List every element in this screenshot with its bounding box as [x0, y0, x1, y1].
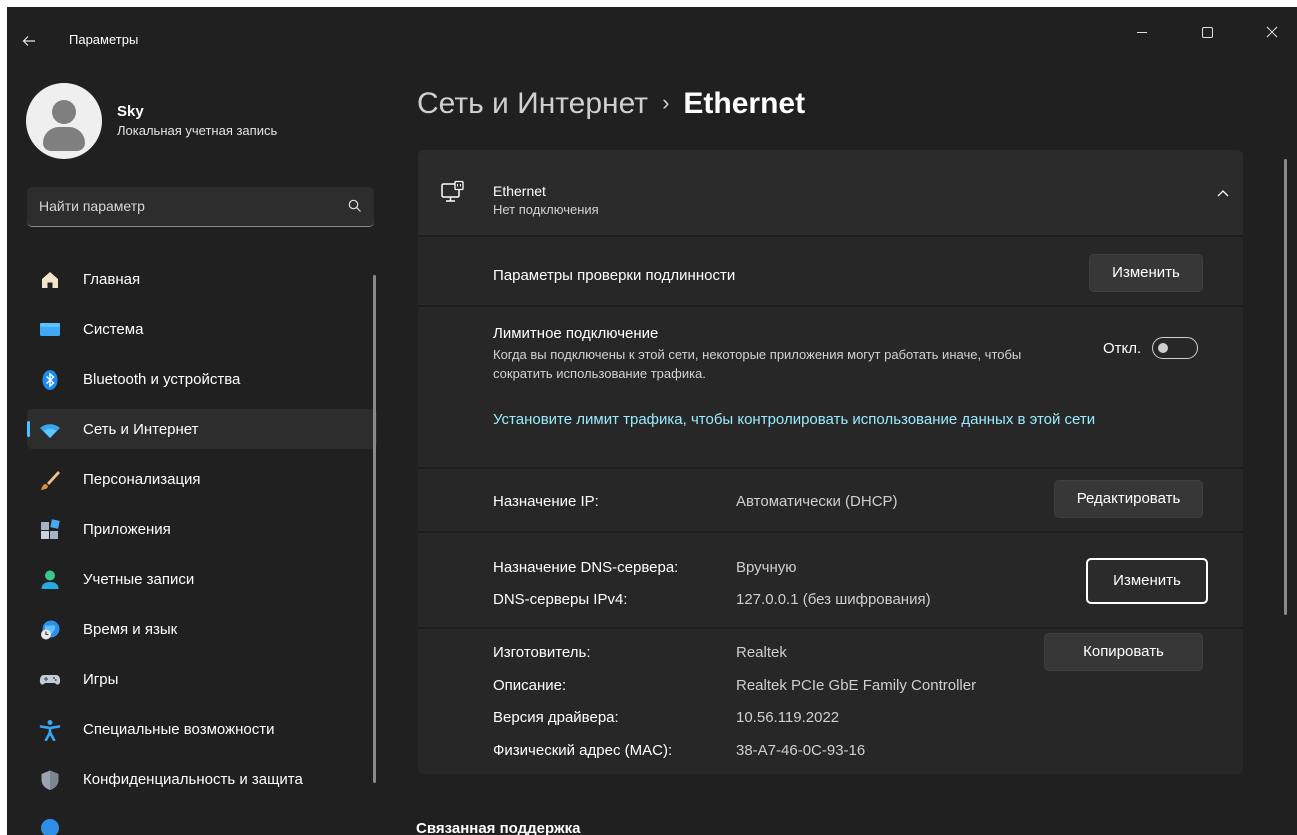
ethernet-title: Ethernet: [493, 183, 546, 199]
wifi-icon: [40, 424, 60, 438]
divider: [418, 531, 1243, 533]
sidebar-scrollbar[interactable]: [373, 275, 376, 783]
ip-assignment-label: Назначение IP:: [493, 493, 599, 510]
search-icon[interactable]: [348, 199, 362, 213]
driver-version-label: Версия драйвера:: [493, 709, 619, 726]
sidebar-item-label: Учетные записи: [83, 571, 195, 588]
search-box[interactable]: [27, 187, 374, 227]
copy-button[interactable]: Копировать: [1044, 633, 1203, 671]
description-label: Описание:: [493, 677, 567, 694]
account-type: Локальная учетная запись: [117, 123, 278, 138]
maximize-icon: [1201, 26, 1213, 38]
sidebar-item-label: Специальные возможности: [83, 721, 275, 738]
sidebar-item-label: Bluetooth и устройства: [83, 371, 241, 388]
metered-connection-description: Когда вы подключены к этой сети, некотор…: [493, 347, 1022, 381]
sidebar-item-time-language[interactable]: Время и язык: [27, 609, 377, 649]
sidebar-item-gaming[interactable]: Игры: [27, 659, 377, 699]
sidebar-item-label: Конфиденциальность и защита: [83, 771, 303, 788]
user-name: Sky: [117, 103, 144, 120]
globe-clock-icon: [41, 620, 60, 640]
ethernet-icon: [441, 180, 464, 202]
accounts-icon: [41, 570, 59, 589]
search-input[interactable]: [27, 187, 339, 225]
metered-toggle[interactable]: [1152, 337, 1198, 359]
driver-version-value: 10.56.119.2022: [736, 709, 840, 726]
divider: [418, 467, 1243, 469]
home-icon: [42, 272, 58, 288]
sidebar-item-partial[interactable]: [27, 809, 377, 835]
title-bar: Параметры: [7, 7, 1297, 55]
dns-assignment-label: Назначение DNS-сервера:: [493, 559, 679, 576]
brush-icon: [41, 471, 60, 490]
divider: [418, 235, 1243, 237]
back-button[interactable]: [21, 27, 49, 55]
metered-toggle-state: Откл.: [1103, 340, 1142, 357]
bluetooth-icon: [42, 370, 58, 390]
minimize-icon: [1137, 31, 1147, 33]
close-button[interactable]: [1249, 15, 1295, 47]
mac-address-label: Физический адрес (MAC):: [493, 742, 673, 759]
sidebar-item-label: Приложения: [83, 521, 171, 538]
ip-edit-button[interactable]: Редактировать: [1054, 480, 1203, 518]
sidebar-item-personalization[interactable]: Персонализация: [27, 459, 377, 499]
breadcrumb-separator: ›: [662, 90, 670, 115]
manufacturer-label: Изготовитель:: [493, 644, 591, 661]
minimize-button[interactable]: [1119, 15, 1165, 47]
sidebar-item-network[interactable]: Сеть и Интернет: [27, 409, 377, 449]
arrow-left-icon: [22, 36, 35, 46]
divider: [418, 627, 1243, 629]
divider: [418, 305, 1243, 307]
sidebar-item-accessibility[interactable]: Специальные возможности: [27, 709, 377, 749]
auth-edit-button[interactable]: Изменить: [1089, 254, 1203, 292]
dns-edit-button[interactable]: Изменить: [1086, 558, 1208, 604]
gamepad-icon: [39, 675, 61, 685]
sidebar-item-label: Система: [83, 321, 144, 338]
main-scrollbar[interactable]: [1284, 159, 1287, 615]
close-icon: [1266, 26, 1278, 38]
sidebar-item-label: Время и язык: [83, 621, 178, 638]
sidebar-item-bluetooth[interactable]: Bluetooth и устройства: [27, 359, 377, 399]
sidebar-item-apps[interactable]: Приложения: [27, 509, 377, 549]
sidebar-item-label: Персонализация: [83, 471, 201, 488]
active-indicator: [27, 421, 30, 437]
metered-connection-label: Лимитное подключение: [493, 325, 659, 342]
accessibility-icon: [39, 720, 61, 741]
sidebar-item-label: Игры: [83, 671, 119, 688]
description-value: Realtek PCIe GbE Family Controller: [736, 677, 977, 694]
auth-settings-label: Параметры проверки подлинности: [493, 267, 736, 284]
sidebar-item-system[interactable]: Система: [27, 309, 377, 349]
breadcrumb-current: Ethernet: [683, 87, 806, 120]
mac-address-value: 38-A7-46-0C-93-16: [736, 742, 866, 759]
chevron-up-icon[interactable]: [1216, 186, 1230, 200]
dns-ipv4-value: 127.0.0.1 (без шифрования): [736, 591, 931, 608]
sidebar-nav: Главная Система Bluetooth и устройства С…: [27, 259, 377, 835]
ip-assignment-value: Автоматически (DHCP): [736, 493, 898, 510]
avatar[interactable]: [26, 83, 102, 159]
dns-assignment-value: Вручную: [736, 559, 797, 576]
related-support-heading: Связанная поддержка: [416, 820, 581, 835]
update-icon: [41, 819, 59, 835]
manufacturer-value: Realtek: [736, 644, 787, 661]
maximize-button[interactable]: [1184, 15, 1230, 47]
dns-ipv4-label: DNS-серверы IPv4:: [493, 591, 628, 608]
sidebar-item-privacy[interactable]: Конфиденциальность и защита: [27, 759, 377, 799]
app-title: Параметры: [69, 32, 139, 47]
sidebar-item-label: Главная: [83, 271, 141, 288]
system-icon: [40, 323, 60, 336]
toggle-knob: [1158, 343, 1168, 353]
apps-icon: [41, 519, 60, 539]
settings-window: Параметры Sky Локальная учетная запись Г…: [7, 7, 1297, 835]
data-limit-link[interactable]: Установите лимит трафика, чтобы контроли…: [493, 411, 1095, 428]
breadcrumb-parent[interactable]: Сеть и Интернет: [417, 87, 648, 120]
shield-icon: [41, 770, 59, 790]
ethernet-status: Нет подключения: [493, 202, 599, 217]
sidebar-item-home[interactable]: Главная: [27, 259, 377, 299]
ethernet-card: Ethernet Нет подключения Параметры прове…: [418, 150, 1243, 774]
page-title: Сеть и Интернет › Ethernet: [417, 87, 805, 121]
sidebar-item-accounts[interactable]: Учетные записи: [27, 559, 377, 599]
ethernet-card-header[interactable]: Ethernet Нет подключения: [418, 150, 1243, 235]
sidebar-item-label: Сеть и Интернет: [83, 421, 199, 438]
